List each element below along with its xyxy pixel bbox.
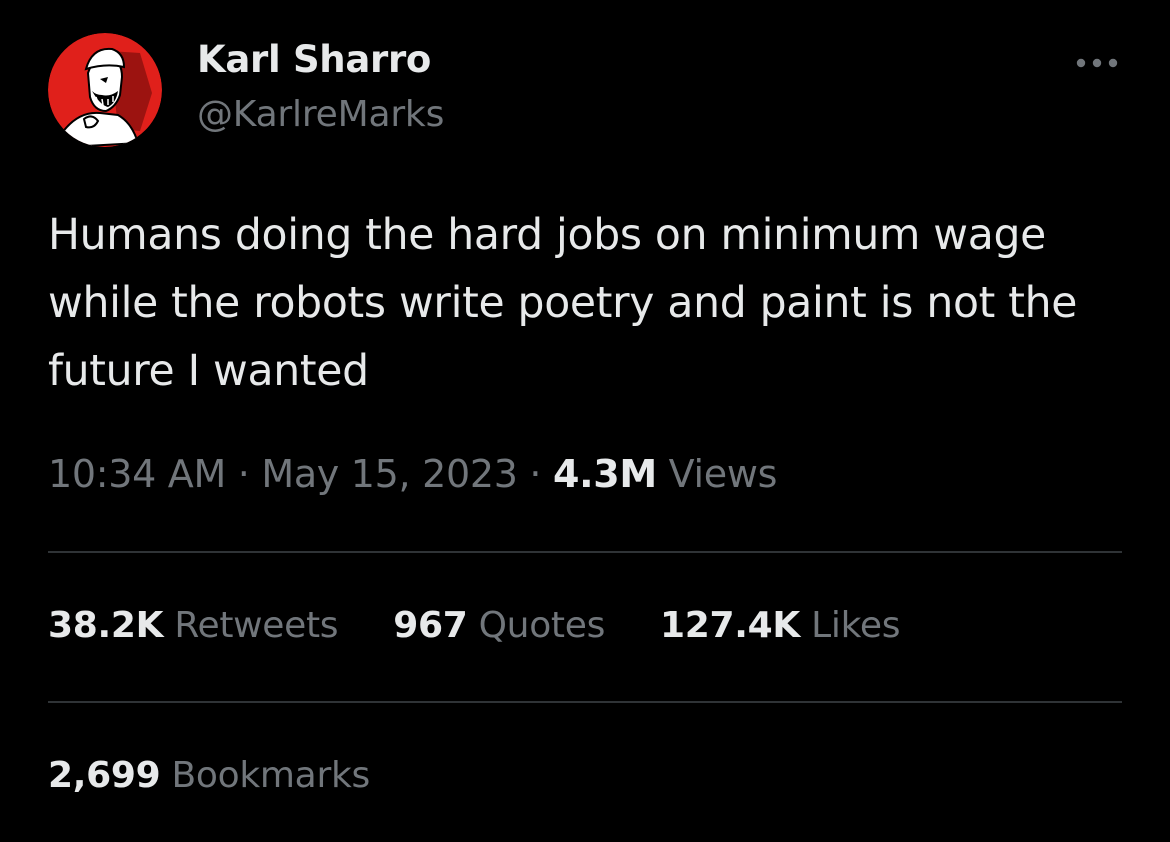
meta-separator: · [517,452,553,496]
tweet-meta: 10:34 AM · May 15, 2023 · 4.3M Views [48,452,777,496]
retweets-stat[interactable]: 38.2K Retweets [48,605,339,646]
meta-separator: · [225,452,262,496]
views-label: Views [656,452,778,496]
quotes-count: 967 [393,605,468,646]
bookmarks-stat[interactable]: 2,699 Bookmarks [48,755,370,796]
likes-stat[interactable]: 127.4K Likes [660,605,900,646]
tweet-detail: Karl Sharro @KarlreMarks Humans doing th… [0,0,1170,842]
likes-label: Likes [800,605,901,646]
divider [48,551,1122,553]
more-horizontal-icon[interactable] [1072,48,1122,78]
quotes-label: Quotes [467,605,606,646]
divider [48,701,1122,703]
tweet-time[interactable]: 10:34 AM [48,452,226,496]
tweet-text: Humans doing the hard jobs on minimum wa… [48,211,1078,396]
tweet-date[interactable]: May 15, 2023 [261,452,518,496]
quotes-stat[interactable]: 967 Quotes [393,605,605,646]
retweets-count: 38.2K [48,605,164,646]
retweets-label: Retweets [163,605,339,646]
bookmarks-count: 2,699 [48,755,161,796]
bookmarks-label: Bookmarks [160,755,371,796]
avatar[interactable] [48,33,162,147]
engagement-stats: 38.2K Retweets 967 Quotes 127.4K Likes [48,605,955,646]
profile-avatar-illustration-icon [48,33,162,147]
likes-count: 127.4K [660,605,801,646]
views-count: 4.3M [552,452,657,496]
author-handle[interactable]: @KarlreMarks [197,94,444,135]
author-display-name[interactable]: Karl Sharro [197,38,431,81]
